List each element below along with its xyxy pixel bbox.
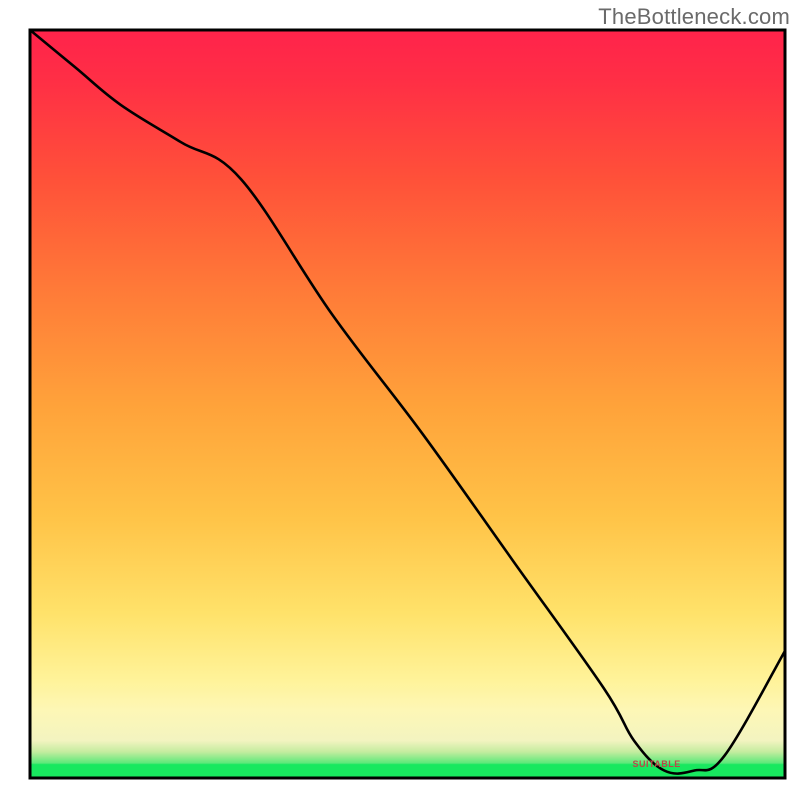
- gradient-background: [30, 30, 785, 778]
- suitable-label: SUITABLE: [632, 759, 680, 769]
- watermark-label: TheBottleneck.com: [598, 4, 790, 30]
- chart-svg: SUITABLE: [0, 0, 800, 800]
- plot-area: SUITABLE: [30, 30, 785, 778]
- chart-container: TheBottleneck.com SUITABLE: [0, 0, 800, 800]
